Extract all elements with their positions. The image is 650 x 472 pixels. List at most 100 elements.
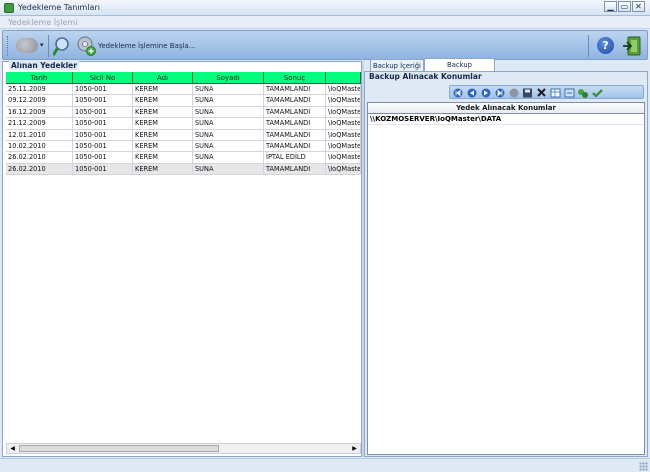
table-cell: KEREM (133, 152, 193, 164)
locations-toolbar (449, 85, 644, 99)
scroll-thumb[interactable] (19, 445, 219, 452)
table-cell: \IoQMaster\ (328, 140, 361, 152)
horizontal-scrollbar[interactable]: ◀ ▶ (6, 443, 361, 454)
table-cell: KEREM (133, 95, 193, 107)
table-row[interactable]: 10.02.2010 1050-001 KEREM SUNA TAMAMLANDI \Io… (6, 140, 361, 153)
toolbar-grip[interactable] (7, 36, 10, 56)
copy-icon[interactable] (578, 89, 588, 98)
exit-icon[interactable] (621, 35, 643, 57)
table-cell: 21.12.2009 (6, 118, 73, 130)
table-cell: \IoQMaster\ (328, 95, 361, 107)
main-toolbar: ▾ Yedekleme İşlemine Başla... ? (2, 30, 648, 60)
column-header-sonuc[interactable]: Sonuç (264, 72, 326, 84)
cloud-dropdown-icon[interactable] (16, 38, 38, 53)
table-cell: TAMAMLANDI (264, 140, 326, 152)
table-row[interactable]: 12.01.2010 1050-001 KEREM SUNA TAMAMLANDI \Io… (6, 129, 361, 141)
tab-backup-parametreleri[interactable]: Backup Parametreleri (424, 58, 495, 81)
menubar: Yedekleme İşlemi (0, 16, 650, 29)
toolbar-separator (588, 35, 589, 57)
menu-yedekleme-islemi[interactable]: Yedekleme İşlemi (8, 18, 77, 27)
table-cell: KEREM (133, 84, 193, 95)
table-cell: TAMAMLANDI (264, 118, 326, 130)
table-cell: 16.12.2009 (6, 106, 73, 118)
status-bar (0, 458, 650, 472)
last-icon[interactable] (495, 88, 505, 98)
table-cell: SUNA (193, 163, 264, 175)
column-header-adi[interactable]: Adı (133, 72, 193, 84)
table-cell: 1050-001 (73, 163, 133, 175)
table-cell: 1050-001 (73, 84, 133, 95)
table-row[interactable]: 25.11.2009 1050-001 KEREM SUNA TAMAMLANDI \Io… (6, 84, 361, 96)
table-cell: SUNA (193, 84, 264, 95)
delete-icon[interactable] (537, 88, 546, 97)
table-cell: 1050-001 (73, 106, 133, 118)
tab-backup-icerigi[interactable]: Backup İçeriği (370, 59, 424, 71)
table-cell: TAMAMLANDI (264, 129, 326, 141)
table-cell: KEREM (133, 118, 193, 130)
column-header-path[interactable] (326, 72, 361, 84)
table-cell: KEREM (133, 129, 193, 141)
toolbar-separator (48, 35, 49, 57)
table-cell: 1050-001 (73, 118, 133, 130)
close-button[interactable]: ✕ (632, 1, 645, 12)
table-cell: SUNA (193, 106, 264, 118)
table-cell: KEREM (133, 140, 193, 152)
locations-header[interactable]: Yedek Alınacak Konumlar (368, 103, 644, 114)
table-cell: \IoQMaster\ (328, 129, 361, 141)
check-icon[interactable] (592, 89, 603, 98)
column-header-tarih[interactable]: Tarih (6, 72, 73, 84)
table-cell: \IoQMaster\ (328, 163, 361, 175)
help-icon[interactable]: ? (597, 37, 614, 54)
table-cell: SUNA (193, 129, 264, 141)
table-cell: \IoQMaster\ (328, 106, 361, 118)
table-cell: KEREM (133, 106, 193, 118)
location-row[interactable]: \\KOZMOSERVER\IoQMaster\DATA (368, 114, 644, 125)
next-icon[interactable] (481, 88, 491, 98)
table-row[interactable]: 16.12.2009 1050-001 KEREM SUNA TAMAMLANDI \Io… (6, 106, 361, 119)
table-cell: \IoQMaster\ (328, 84, 361, 95)
backups-grid: Tarih Sicil No Adı Soyadı Sonuç 25.11.20… (6, 72, 361, 176)
column-header-sicil-no[interactable]: Sicil No (73, 72, 133, 84)
refresh-icon[interactable] (564, 88, 575, 98)
table-cell: 10.02.2010 (6, 140, 73, 152)
tab-body: Backup Alınacak Konumlar Yedek Alınacak … (364, 71, 648, 457)
table-cell: 26.02.2010 (6, 152, 73, 164)
group-title: Backup Alınacak Konumlar (369, 72, 482, 81)
table-cell: 12.01.2010 (6, 129, 73, 141)
magnifier-icon[interactable] (53, 36, 73, 56)
scroll-left-button[interactable]: ◀ (7, 444, 18, 453)
maximize-button[interactable]: ▭ (618, 1, 631, 12)
grid-icon[interactable] (550, 88, 561, 98)
first-icon[interactable] (453, 88, 463, 98)
start-backup-button[interactable]: Yedekleme İşlemine Başla... (98, 42, 195, 50)
parameters-panel: Backup İçeriği Backup Parametreleri Back… (364, 58, 648, 457)
scroll-right-button[interactable]: ▶ (349, 444, 360, 453)
locations-grid: Yedek Alınacak Konumlar \\KOZMOSERVER\Io… (367, 102, 645, 455)
column-header-soyadi[interactable]: Soyadı (193, 72, 264, 84)
table-cell: TAMAMLANDI (264, 84, 326, 95)
table-row[interactable]: 21.12.2009 1050-001 KEREM SUNA TAMAMLANDI \Io… (6, 118, 361, 130)
save-icon[interactable] (523, 88, 532, 98)
prev-icon[interactable] (467, 88, 477, 98)
table-cell: SUNA (193, 95, 264, 107)
table-cell: 09.12.2009 (6, 95, 73, 107)
minimize-button[interactable]: ▁ (604, 1, 617, 12)
table-row[interactable]: 09.12.2009 1050-001 KEREM SUNA TAMAMLANDI \Io… (6, 95, 361, 107)
chevron-down-icon[interactable]: ▾ (40, 41, 44, 49)
table-cell: İPTAL EDİLD (264, 152, 326, 164)
resize-grip-icon[interactable] (639, 462, 648, 471)
stop-icon[interactable] (509, 88, 519, 98)
table-row[interactable]: 26.02.2010 1050-001 KEREM SUNA İPTAL EDİLD \I… (6, 152, 361, 164)
table-cell: SUNA (193, 140, 264, 152)
table-cell: TAMAMLANDI (264, 106, 326, 118)
table-cell: 1050-001 (73, 129, 133, 141)
table-cell: KEREM (133, 163, 193, 175)
backup-add-icon[interactable] (76, 35, 96, 56)
backups-panel: Alınan Yedekler Tarih Sicil No Adı Soyad… (2, 61, 362, 457)
table-cell: 1050-001 (73, 152, 133, 164)
table-cell: \IoQMaster\ (328, 152, 361, 164)
table-cell: 1050-001 (73, 95, 133, 107)
table-cell: TAMAMLANDI (264, 95, 326, 107)
table-row[interactable]: 26.02.2010 1050-001 KEREM SUNA TAMAMLANDI \Io… (6, 163, 361, 176)
table-cell: SUNA (193, 118, 264, 130)
